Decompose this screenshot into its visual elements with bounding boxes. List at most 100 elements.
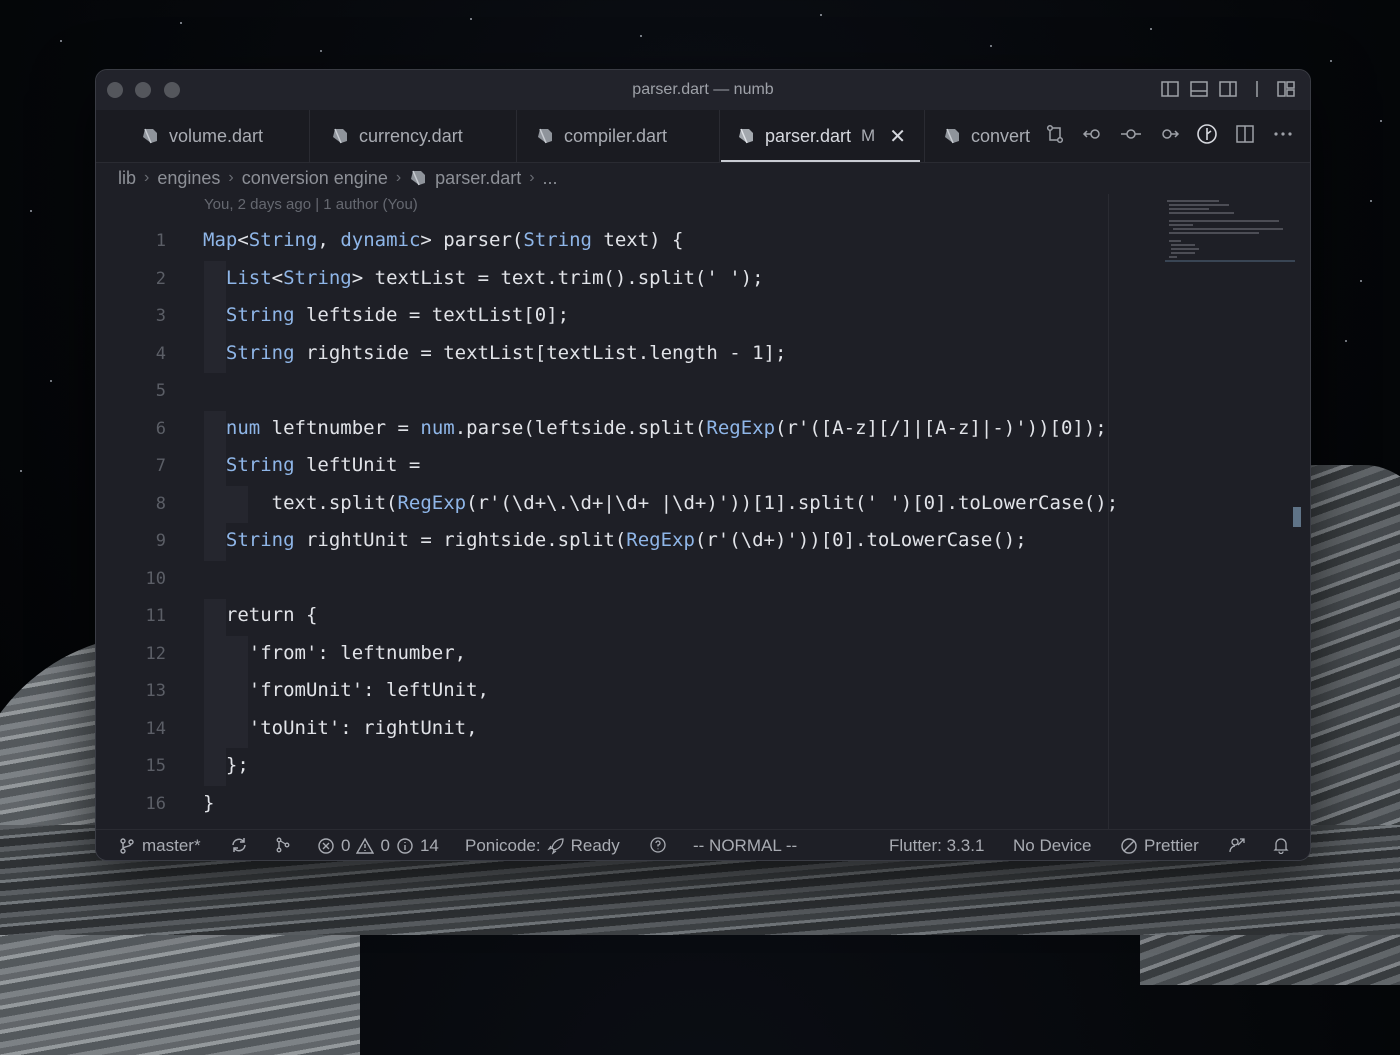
tab-compiler-dart[interactable]: compiler.dart	[536, 110, 667, 162]
editor-actions	[1034, 123, 1294, 145]
branch-name: master*	[142, 836, 201, 855]
prettier-label: Prettier	[1144, 836, 1199, 855]
line-number: 15	[145, 756, 166, 776]
commit-icon[interactable]	[1120, 123, 1142, 145]
tab-label: volume.dart	[169, 125, 264, 146]
dart-file-icon	[333, 128, 347, 144]
branch-status[interactable]: master*	[118, 836, 201, 856]
divider-icon	[1256, 81, 1258, 97]
breadcrumb-item-file[interactable]: parser.dart	[435, 168, 521, 189]
ponicode-label: Ponicode:	[465, 836, 541, 855]
line-number: 2	[155, 268, 166, 289]
tab-label: parser.dart	[765, 125, 852, 146]
error-count: 0	[341, 836, 351, 855]
tab-parser-dart[interactable]: parser.dart M ✕	[721, 110, 920, 162]
breadcrumb: lib › engines › conversion engine › pars…	[118, 164, 558, 192]
tab-label: currency.dart	[359, 125, 463, 146]
line-number: 1	[155, 231, 166, 251]
tab-label: convert	[971, 125, 1031, 146]
git-blame-annotation[interactable]: You, 2 days ago | 1 author (You)	[204, 196, 418, 213]
bell-icon	[1273, 838, 1289, 854]
toggle-secondary-sidebar-icon[interactable]	[1218, 79, 1238, 99]
close-icon[interactable]: ✕	[889, 124, 906, 149]
modified-indicator: M	[861, 126, 876, 145]
question-icon	[650, 837, 666, 853]
more-actions-icon[interactable]	[1272, 123, 1294, 145]
breadcrumb-item-conversion-engine[interactable]: conversion engine	[242, 168, 388, 189]
code-line[interactable]: List<String> textList = text.trim().spli…	[203, 267, 764, 289]
code-line[interactable]: String rightUnit = rightside.split(RegEx…	[203, 529, 1027, 551]
code-editor[interactable]: You, 2 days ago | 1 author (You) 1234567…	[96, 194, 1119, 830]
rocket-icon	[547, 838, 564, 855]
line-number: 9	[155, 531, 166, 551]
dart-file-icon	[411, 170, 426, 186]
toggle-primary-sidebar-icon[interactable]	[1160, 79, 1180, 99]
window-title: parser.dart — numb	[632, 81, 774, 98]
code-line[interactable]: text.split(RegExp(r'(\d+\.\d+|\d+ |\d+)'…	[203, 492, 1119, 514]
code-line[interactable]: 'fromUnit': leftUnit,	[203, 679, 489, 701]
git-graph-button[interactable]	[274, 836, 292, 854]
chevron-right-icon: ›	[395, 169, 402, 186]
code-line[interactable]: String rightside = textList[textList.len…	[203, 342, 787, 364]
breadcrumb-item-engines[interactable]: engines	[157, 168, 220, 189]
info-count: 14	[419, 836, 439, 855]
tab-convert[interactable]: convert	[943, 110, 1030, 162]
editor-window: parser.dart — numb volume.dart currency.…	[95, 69, 1311, 861]
line-number: 11	[145, 606, 166, 626]
line-number: 16	[145, 793, 166, 814]
line-number: 10	[145, 568, 166, 589]
code-line[interactable]: String leftside = textList[0];	[203, 304, 569, 326]
line-number: 5	[155, 381, 166, 401]
open-changes-icon[interactable]	[1044, 123, 1066, 145]
notifications-button[interactable]	[1272, 836, 1290, 854]
code-line[interactable]: num leftnumber = num.parse(leftside.spli…	[203, 417, 1107, 439]
git-graph-icon	[276, 837, 290, 853]
code-line[interactable]: };	[203, 754, 249, 776]
customize-layout-icon[interactable]	[1276, 79, 1296, 99]
dart-file-icon	[143, 128, 157, 144]
next-change-icon[interactable]	[1158, 123, 1180, 145]
split-editor-icon[interactable]	[1234, 123, 1256, 145]
line-number: 8	[155, 493, 166, 514]
breadcrumb-item-symbol[interactable]: ...	[543, 168, 558, 189]
code-line[interactable]: Map<String, dynamic> parser(String text)…	[203, 229, 684, 251]
line-number: 12	[145, 643, 166, 664]
feedback-button[interactable]	[1228, 836, 1246, 854]
sync-icon	[232, 838, 246, 852]
line-number: 7	[155, 456, 166, 476]
tab-label: compiler.dart	[564, 125, 668, 146]
chevron-right-icon: ›	[529, 169, 535, 186]
gitlens-icon[interactable]	[1196, 123, 1218, 145]
warning-icon	[356, 837, 375, 854]
toggle-panel-icon[interactable]	[1189, 79, 1209, 99]
warning-count: 0	[380, 836, 390, 855]
code-line[interactable]: return {	[203, 604, 318, 626]
tab-currency-dart[interactable]: currency.dart	[331, 110, 463, 162]
dart-file-icon	[538, 128, 552, 144]
title-bar: parser.dart — numb	[96, 70, 1310, 110]
device-selector[interactable]: No Device	[1013, 836, 1091, 856]
dart-file-icon	[739, 128, 753, 144]
line-number: 6	[155, 418, 166, 439]
prettier-status[interactable]: Prettier	[1120, 836, 1199, 856]
info-icon	[397, 838, 413, 854]
code-line[interactable]: 'toUnit': rightUnit,	[203, 717, 478, 739]
previous-change-icon[interactable]	[1082, 123, 1104, 145]
sync-button[interactable]	[230, 836, 248, 854]
tab-bar: volume.dart currency.dart compiler.dart …	[96, 110, 1310, 163]
minimap[interactable]	[1108, 194, 1310, 830]
code-line[interactable]: String leftUnit =	[203, 454, 420, 476]
flutter-version[interactable]: Flutter: 3.3.1	[889, 836, 984, 856]
code-line[interactable]: }	[203, 792, 214, 814]
line-number: 13	[145, 681, 166, 701]
scrollbar-thumb[interactable]	[1293, 507, 1301, 527]
tab-volume-dart[interactable]: volume.dart	[141, 110, 263, 162]
problems-status[interactable]: 0 0 14	[317, 836, 439, 856]
vim-mode: -- NORMAL --	[693, 836, 798, 855]
help-button[interactable]	[649, 836, 667, 854]
feedback-icon	[1229, 838, 1245, 853]
status-bar: master* 0 0 14 Ponicode: Ready -- NORMAL…	[96, 829, 1310, 860]
ponicode-status[interactable]: Ponicode: Ready	[465, 836, 620, 856]
breadcrumb-item-lib[interactable]: lib	[118, 168, 136, 189]
code-line[interactable]: 'from': leftnumber,	[203, 642, 466, 664]
